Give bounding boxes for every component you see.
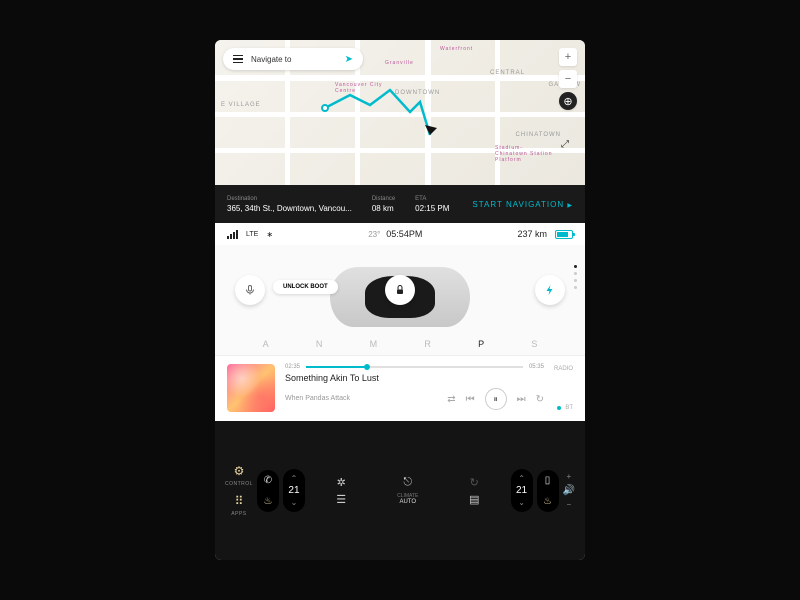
track-artist: When Pandas Attack — [285, 395, 350, 402]
sliders-icon: ⚙ — [234, 464, 245, 478]
chevron-up-icon[interactable]: ⌃ — [518, 474, 525, 483]
page-dots[interactable] — [574, 265, 577, 289]
eta-info: ETA 02:15 PM — [415, 196, 449, 213]
source-radio[interactable]: RADIO — [554, 366, 573, 372]
track-title: Something Akin To Lust — [285, 373, 544, 383]
airflow-icon[interactable]: ⎋ — [379, 476, 436, 489]
chevron-down-icon[interactable]: ⌄ — [291, 498, 298, 507]
gear-n[interactable]: N — [316, 339, 323, 349]
elapsed-time: 02:35 — [285, 364, 300, 370]
zoom-in-button[interactable]: + — [559, 48, 577, 66]
menu-icon[interactable] — [233, 55, 243, 64]
left-temp: 21 — [288, 485, 299, 496]
right-temp-control[interactable]: ⌃ 21 ⌄ — [511, 469, 533, 512]
destination-info: Destination 365, 34th St., Downtown, Van… — [227, 196, 352, 213]
outside-temp: 23° — [368, 230, 380, 239]
plus-icon[interactable]: + — [566, 472, 571, 481]
battery-icon — [555, 230, 573, 239]
phone-button[interactable]: ✆ ♨ — [257, 470, 279, 512]
gear-s[interactable]: S — [531, 339, 537, 349]
voice-button[interactable] — [235, 275, 265, 305]
recenter-button[interactable]: ⊕ — [559, 92, 577, 110]
start-navigation-button[interactable]: START NAVIGATION ▶ — [472, 200, 573, 209]
device-button[interactable]: ▯ ♨ — [537, 470, 559, 512]
climate-bar: ⚙ CONTROL ⠿ APPS ✆ ♨ ⌃ 21 ⌄ ✲ ⎋ ↻ ☰ CLIM… — [215, 421, 585, 560]
seat-heat-left-icon: ♨ — [263, 496, 272, 507]
vehicle-dashboard: DOWNTOWN CENTRAL GASTOW E VILLAGE CHINAT… — [215, 40, 585, 560]
fullscreen-icon[interactable]: ⤢ — [561, 139, 577, 155]
shuffle-icon[interactable]: ⇄ — [447, 394, 455, 405]
defrost-rear-icon[interactable]: ▤ — [446, 493, 503, 506]
gear-p[interactable]: P — [478, 339, 484, 349]
left-temp-control[interactable]: ⌃ 21 ⌄ — [283, 469, 305, 512]
album-art[interactable] — [227, 364, 275, 412]
chevron-up-icon[interactable]: ⌃ — [291, 474, 298, 483]
bluetooth-icon: ∗ — [266, 230, 273, 239]
phone-icon: ✆ — [264, 475, 272, 486]
prev-track-icon[interactable]: ⏮ — [466, 394, 475, 405]
recirculate-icon[interactable]: ↻ — [446, 476, 503, 489]
navigation-info-bar: Destination 365, 34th St., Downtown, Van… — [215, 185, 585, 223]
map-controls: + − ⊕ — [559, 48, 577, 110]
map-view[interactable]: DOWNTOWN CENTRAL GASTOW E VILLAGE CHINAT… — [215, 40, 585, 185]
minus-icon[interactable]: − — [566, 500, 571, 509]
seat-heat-right-icon: ♨ — [543, 496, 552, 507]
gear-selector[interactable]: A N M R P S — [215, 339, 585, 349]
repeat-icon[interactable]: ↻ — [536, 394, 544, 405]
locate-icon[interactable]: ➤ — [345, 54, 353, 65]
right-temp: 21 — [516, 485, 527, 496]
charge-button[interactable] — [535, 275, 565, 305]
unlock-boot-button[interactable]: UNLOCK BOOT — [273, 280, 338, 294]
chevron-down-icon[interactable]: ⌄ — [518, 498, 525, 507]
volume-icon: 🔊 — [563, 485, 575, 496]
source-bt[interactable]: BT — [557, 405, 573, 411]
apps-icon: ⠿ — [235, 494, 244, 508]
distance-info: Distance 08 km — [372, 196, 395, 213]
zoom-out-button[interactable]: − — [559, 70, 577, 88]
signal-icon — [227, 230, 238, 239]
progress-bar[interactable] — [306, 366, 523, 368]
volume-control[interactable]: + 🔊 − — [563, 472, 575, 509]
climate-mode-label[interactable]: CLIMATE AUTO — [379, 493, 436, 506]
status-bar: LTE ∗ 23° 05:54PM 237 km — [215, 223, 585, 245]
network-label: LTE — [246, 231, 258, 238]
nav-search-bar[interactable]: Navigate to ➤ — [223, 48, 363, 70]
clock: 05:54PM — [386, 229, 422, 239]
range-value: 237 km — [517, 229, 547, 239]
defrost-front-icon[interactable]: ☰ — [313, 493, 370, 506]
gear-m[interactable]: M — [370, 339, 378, 349]
control-button[interactable]: ⚙ CONTROL ⠿ APPS — [225, 464, 253, 517]
gear-a[interactable]: A — [263, 339, 269, 349]
lock-button[interactable] — [385, 275, 415, 305]
play-pause-button[interactable]: ⏸ — [485, 388, 507, 410]
search-placeholder: Navigate to — [251, 55, 337, 64]
phone-device-icon: ▯ — [545, 475, 551, 486]
gear-r[interactable]: R — [424, 339, 431, 349]
vehicle-view: UNLOCK BOOT A N M R P S — [215, 245, 585, 355]
next-track-icon[interactable]: ⏭ — [517, 394, 526, 405]
fan-icon[interactable]: ✲ — [313, 476, 370, 489]
media-player: 02:35 05:35 Something Akin To Lust When … — [215, 355, 585, 421]
duration-time: 05:35 — [529, 364, 544, 370]
climate-modes: ✲ ⎋ ↻ ☰ CLIMATE AUTO ▤ — [309, 476, 507, 506]
